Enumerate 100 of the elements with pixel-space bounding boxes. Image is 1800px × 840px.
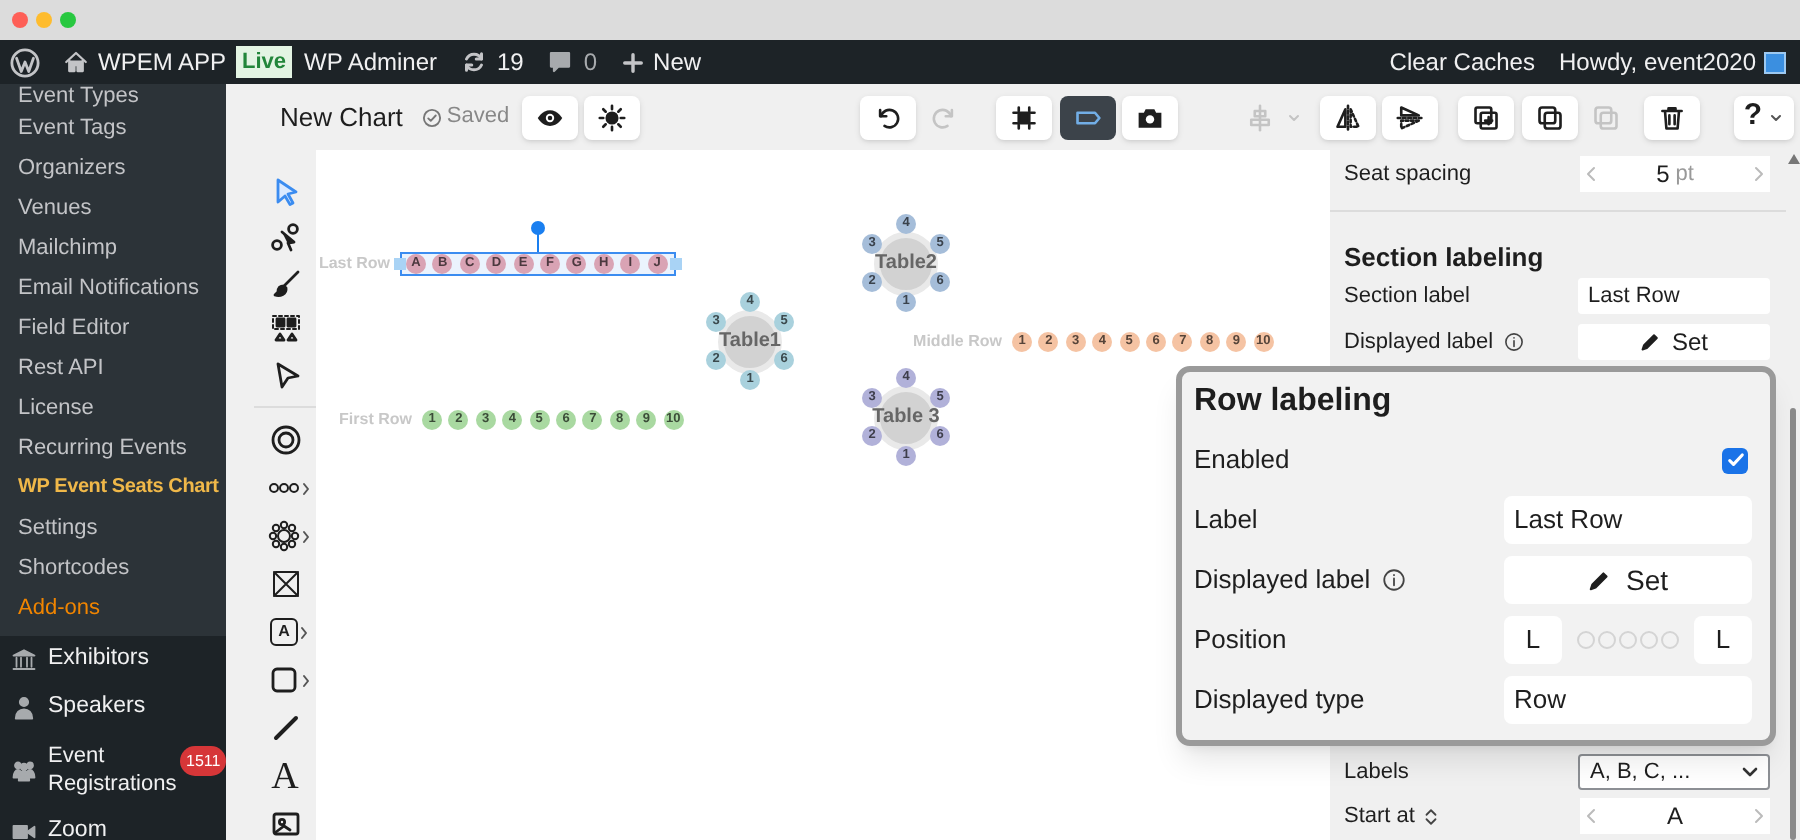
clear-caches-link[interactable]: Clear Caches (1389, 44, 1535, 80)
chevron-right-icon (302, 481, 310, 495)
copy-button[interactable] (1522, 95, 1578, 139)
position-button[interactable]: L (1694, 616, 1752, 664)
tool-button[interactable] (269, 568, 301, 600)
video-camera-icon (12, 820, 36, 840)
tool-button[interactable]: A (271, 757, 299, 795)
resize-handle[interactable] (669, 258, 682, 270)
seat-grid-icon (269, 313, 301, 345)
avatar[interactable] (1764, 51, 1786, 73)
tool-button[interactable] (268, 664, 310, 696)
position-dots-icon[interactable] (1576, 630, 1680, 650)
adminer-link[interactable]: WP Adminer (304, 44, 437, 80)
pencil-icon (1587, 569, 1610, 591)
camera-icon (1136, 103, 1164, 131)
tool-button[interactable] (268, 520, 310, 552)
brush-icon (269, 267, 301, 299)
flip-button[interactable] (1320, 95, 1376, 139)
refresh-icon (461, 50, 485, 74)
menu-item[interactable]: Mailchimp (0, 228, 226, 268)
menu-item[interactable]: Zoom (0, 808, 226, 840)
menu-item[interactable]: Shortcodes (0, 548, 226, 588)
field-label: Start at (1344, 801, 1415, 832)
copy-icon (1536, 103, 1564, 131)
chevron-right-icon (300, 625, 308, 639)
round-table-icon (268, 520, 300, 552)
sort-icon[interactable] (1422, 805, 1441, 827)
menu-item[interactable]: Venues (0, 188, 226, 228)
set-button[interactable]: Set (1578, 324, 1770, 360)
round-table[interactable] (874, 386, 938, 450)
menu-item[interactable]: Settings (0, 508, 226, 548)
account-link[interactable]: Howdy, event2020 (1558, 44, 1756, 80)
undo-icon (874, 103, 902, 131)
bank-icon (12, 648, 36, 672)
set-button[interactable]: Set (1504, 556, 1752, 604)
sun-icon (598, 103, 626, 131)
table-name: Table 3 (870, 406, 942, 429)
check-icon (1725, 450, 1745, 470)
menu-item[interactable]: Organizers (0, 148, 226, 188)
round-table[interactable] (874, 232, 938, 296)
table-name: Table2 (873, 252, 939, 275)
mirror-icon (1334, 103, 1362, 131)
text-field[interactable]: Last Row (1578, 278, 1770, 314)
flip-button[interactable] (1382, 95, 1438, 139)
menu-item[interactable]: Exhibitors (0, 636, 226, 684)
menu-item[interactable]: Event Tags (0, 108, 226, 148)
info-icon[interactable] (1503, 332, 1524, 352)
menu-item[interactable]: Speakers (0, 684, 226, 732)
popup-title: Row labeling (1194, 382, 1394, 422)
menu-item[interactable]: Add-ons (0, 588, 226, 628)
rotate-handle[interactable] (529, 220, 546, 252)
round-table[interactable] (718, 310, 782, 374)
site-link[interactable]: WPEM APP (64, 44, 227, 80)
delete-button[interactable] (1644, 95, 1700, 139)
menu-item[interactable]: License (0, 388, 226, 428)
tool-button[interactable] (269, 221, 301, 253)
section-heading: Section labeling (1344, 240, 1546, 270)
preview-button[interactable] (522, 95, 578, 139)
crossed-box-icon (269, 568, 301, 600)
labels-select[interactable]: A, B, C, ... (1578, 754, 1770, 790)
position-button[interactable]: L (1504, 616, 1562, 664)
tool-button[interactable] (269, 424, 301, 456)
menu-item[interactable]: Rest API (0, 348, 226, 388)
menu-item[interactable]: Field Editor (0, 308, 226, 348)
comment-icon (547, 50, 572, 74)
info-icon[interactable] (1382, 568, 1407, 592)
save-status: Saved (446, 102, 510, 133)
new-link[interactable]: New (621, 44, 702, 80)
trash-icon (1658, 103, 1686, 131)
select-button[interactable] (996, 95, 1052, 139)
tool-button[interactable] (269, 313, 301, 345)
menu-item[interactable]: Email Notifications (0, 268, 226, 308)
comments-link[interactable]: 0 (547, 44, 598, 80)
menu-item[interactable]: WP Event Seats Chart (0, 468, 226, 508)
label-button[interactable] (1060, 95, 1116, 139)
duplicate-button[interactable] (1458, 95, 1514, 139)
enabled-checkbox[interactable] (1722, 447, 1748, 473)
tool-button[interactable] (269, 808, 301, 840)
menu-item[interactable]: Event Registrations 1511 (0, 732, 226, 808)
chart-title: New Chart (280, 99, 403, 136)
scrollbar-thumb[interactable] (1790, 408, 1796, 840)
menu-item[interactable]: Recurring Events (0, 428, 226, 468)
field-label: Labels (1344, 757, 1409, 788)
undo-button[interactable] (860, 95, 916, 139)
updates-link[interactable]: 19 (461, 44, 524, 80)
snapshot-button[interactable] (1122, 95, 1178, 139)
resize-handle[interactable] (394, 258, 406, 270)
tool-button[interactable] (269, 712, 301, 744)
pencil-icon (1639, 332, 1660, 352)
scroll-up-icon[interactable] (1787, 154, 1799, 164)
menu-item[interactable]: Event Types (0, 84, 226, 108)
select-box-icon (1010, 103, 1038, 131)
text-field[interactable]: Last Row (1504, 496, 1752, 544)
tool-button[interactable] (269, 267, 301, 299)
check-circle-icon (422, 107, 443, 127)
theme-button[interactable] (584, 95, 640, 139)
wordpress-logo-icon[interactable] (10, 47, 40, 77)
help-button[interactable]: ? (1734, 95, 1794, 139)
plus-icon (621, 51, 644, 73)
text-field[interactable]: Row (1504, 676, 1752, 724)
